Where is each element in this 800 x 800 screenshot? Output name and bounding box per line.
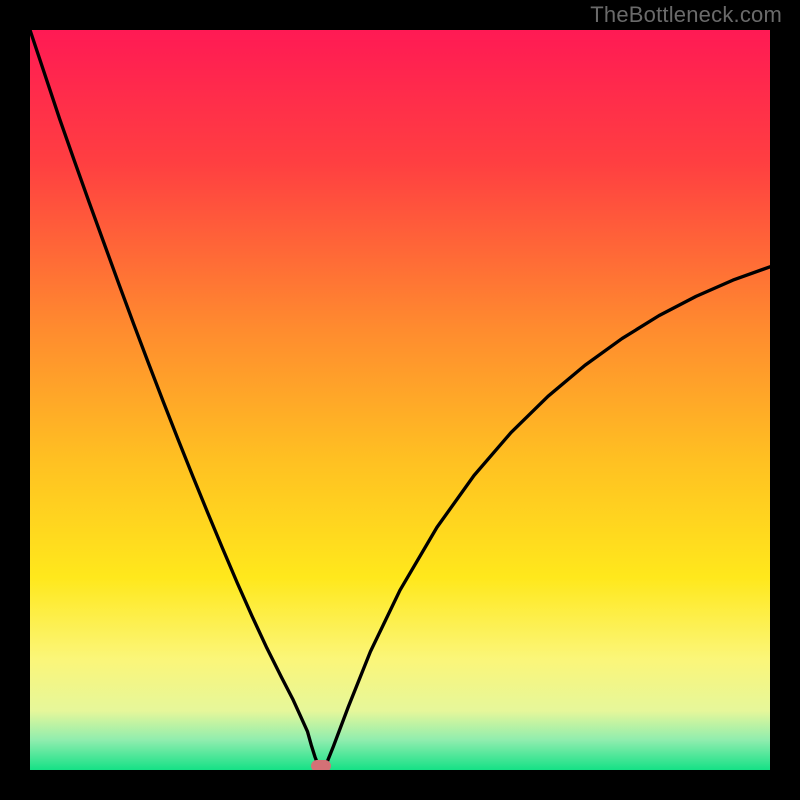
curve-layer <box>30 30 770 770</box>
bottleneck-curve <box>30 30 770 766</box>
min-marker <box>311 760 331 770</box>
watermark-text: TheBottleneck.com <box>590 2 782 28</box>
chart-frame: TheBottleneck.com <box>0 0 800 800</box>
plot-area <box>30 30 770 770</box>
